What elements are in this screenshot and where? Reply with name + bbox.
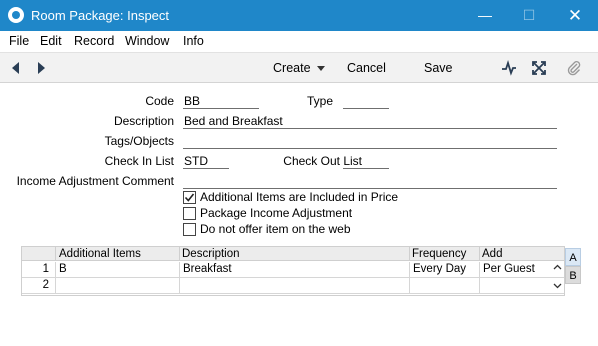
prev-record-icon[interactable]: [12, 62, 19, 74]
window-title: Room Package: Inspect: [31, 8, 170, 23]
column-header-frequency[interactable]: Frequency: [412, 248, 466, 260]
title-bar: Room Package: Inspect — ☐ ✕: [0, 0, 598, 31]
type-field[interactable]: [343, 94, 389, 109]
check-out-list-field[interactable]: [343, 154, 389, 169]
additional-item-cell[interactable]: B: [56, 262, 180, 278]
menu-file[interactable]: File: [9, 34, 29, 48]
record-form: Code BB Type Description Bed and Breakfa…: [0, 84, 598, 346]
add-cell[interactable]: Per Guest: [480, 262, 564, 278]
type-label: Type: [306, 94, 333, 108]
code-field[interactable]: BB: [183, 94, 259, 109]
description-label: Description: [113, 114, 174, 128]
package-income-adjustment-label: Package Income Adjustment: [200, 206, 353, 220]
menu-edit[interactable]: Edit: [40, 34, 62, 48]
menu-window[interactable]: Window: [125, 34, 169, 48]
do-not-offer-web-checkbox[interactable]: [183, 223, 196, 236]
description-cell[interactable]: [180, 278, 410, 294]
tags-objects-field[interactable]: [183, 134, 557, 149]
row-number: 1: [22, 262, 56, 278]
description-cell[interactable]: Breakfast: [180, 262, 410, 278]
menu-bar: File Edit Record Window Info: [0, 31, 598, 52]
cancel-button[interactable]: Cancel: [347, 61, 386, 75]
column-divider: [479, 247, 480, 261]
column-divider: [409, 247, 410, 261]
side-tab-b[interactable]: B: [565, 266, 581, 284]
additional-items-included-checkbox[interactable]: [183, 191, 196, 204]
frequency-cell[interactable]: [410, 278, 480, 294]
next-record-icon[interactable]: [38, 62, 45, 74]
minimize-button[interactable]: —: [462, 0, 508, 31]
menu-info[interactable]: Info: [183, 34, 204, 48]
create-button[interactable]: Create: [273, 61, 325, 75]
additional-items-grid: Additional Items Description Frequency A…: [21, 246, 565, 296]
close-button[interactable]: ✕: [552, 0, 598, 31]
package-income-adjustment-checkbox[interactable]: [183, 207, 196, 220]
frequency-cell[interactable]: Every Day: [410, 262, 480, 278]
income-adjustment-comment-field[interactable]: [183, 174, 557, 189]
scroll-down-icon[interactable]: [553, 283, 562, 289]
column-divider: [179, 247, 180, 261]
add-cell[interactable]: [480, 278, 564, 294]
additional-item-cell[interactable]: [56, 278, 180, 294]
description-field[interactable]: Bed and Breakfast: [183, 114, 557, 129]
scroll-up-icon[interactable]: [553, 264, 562, 270]
side-tab-a[interactable]: A: [565, 248, 581, 266]
income-adjustment-comment-label: Income Adjustment Comment: [16, 174, 174, 188]
additional-items-included-label: Additional Items are Included in Price: [200, 190, 399, 204]
check-in-list-label: Check In List: [104, 154, 174, 168]
chevron-down-icon: [316, 66, 325, 72]
column-header-add[interactable]: Add: [482, 248, 502, 260]
create-button-label: Create: [273, 61, 311, 75]
attachment-icon[interactable]: [566, 60, 582, 76]
menu-record[interactable]: Record: [74, 34, 114, 48]
maximize-button[interactable]: ☐: [506, 0, 552, 31]
code-label: Code: [145, 94, 174, 108]
save-button[interactable]: Save: [424, 61, 453, 75]
column-header-additional-items[interactable]: Additional Items: [59, 248, 141, 260]
column-divider: [55, 247, 56, 261]
do-not-offer-web-label: Do not offer item on the web: [200, 222, 351, 236]
expand-icon[interactable]: [531, 60, 547, 76]
grid-header: Additional Items Description Frequency A…: [22, 247, 564, 261]
toolbar: Create Cancel Save: [0, 52, 598, 83]
row-number: 2: [22, 278, 56, 294]
column-header-description[interactable]: Description: [182, 248, 240, 260]
checkmark-icon: [184, 193, 195, 202]
tags-objects-label: Tags/Objects: [104, 134, 174, 148]
check-in-list-field[interactable]: STD: [183, 154, 229, 169]
activity-icon[interactable]: [501, 60, 517, 76]
app-logo-icon: [8, 7, 24, 23]
